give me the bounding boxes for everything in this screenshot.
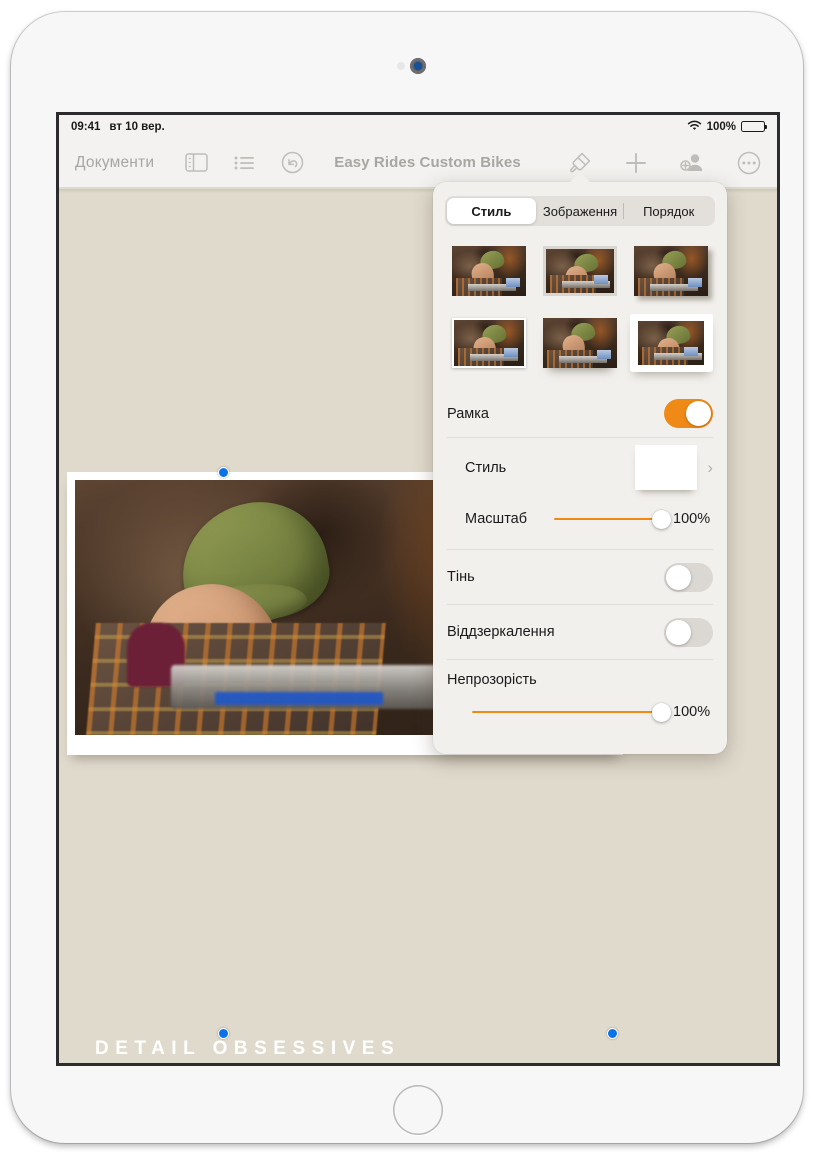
row-border: Рамка <box>447 390 713 437</box>
shadow-toggle[interactable] <box>664 562 713 592</box>
row-reflection: Віддзеркалення <box>447 604 713 659</box>
documents-button[interactable]: Документи <box>75 154 154 172</box>
chevron-right-icon[interactable]: › <box>707 458 713 478</box>
machine-label-shape <box>215 692 383 705</box>
tab-arrange[interactable]: Порядок <box>624 198 713 224</box>
undo-icon[interactable] <box>281 151 304 174</box>
status-bar: 09:41 вт 10 вер. 100% <box>59 115 777 138</box>
reflection-label: Віддзеркалення <box>447 624 555 640</box>
scale-slider-knob[interactable] <box>652 509 671 529</box>
row-opacity: Непрозорість 100% <box>447 659 713 724</box>
reflection-toggle[interactable] <box>664 617 713 647</box>
status-date: вт 10 вер. <box>109 120 165 133</box>
image-style-option-6-selected[interactable] <box>629 314 713 372</box>
battery-icon <box>741 121 767 132</box>
status-time: 09:41 <box>71 120 101 133</box>
popover-arrow <box>569 172 591 183</box>
opacity-value: 100% <box>673 704 711 720</box>
ipad-screen: 09:41 вт 10 вер. 100% Документи Easy Rid… <box>59 115 777 1063</box>
image-style-option-3[interactable] <box>630 242 713 300</box>
opacity-slider-knob[interactable] <box>652 702 671 722</box>
ipad-device: 09:41 вт 10 вер. 100% Документи Easy Rid… <box>11 12 803 1143</box>
format-popover: Стиль Зображення Порядок Рамка Стиль › М… <box>433 172 727 754</box>
add-person-icon[interactable] <box>679 151 705 174</box>
shadow-toggle-knob <box>666 564 691 590</box>
scale-slider-row[interactable]: 100% <box>554 509 713 529</box>
toolbar-right-icons <box>568 150 761 175</box>
more-ellipsis-icon[interactable] <box>737 151 761 175</box>
image-style-grid <box>447 242 713 372</box>
home-button[interactable] <box>393 1085 443 1135</box>
image-style-option-2[interactable] <box>538 242 621 300</box>
shadow-label: Тінь <box>447 569 475 585</box>
status-bar-left: 09:41 вт 10 вер. <box>71 121 165 133</box>
scale-slider[interactable] <box>554 509 671 529</box>
ambient-light-sensor <box>397 62 405 70</box>
tab-image[interactable]: Зображення <box>536 198 625 224</box>
bullet-list-icon[interactable] <box>234 155 255 171</box>
image-style-option-4[interactable] <box>447 314 530 372</box>
status-bar-right: 100% <box>687 120 767 134</box>
opacity-slider-row[interactable]: 100% <box>447 702 713 722</box>
border-label: Рамка <box>447 405 489 422</box>
selection-handle-top[interactable] <box>218 467 229 478</box>
app-toolbar: Документи Easy Rides Custom Bikes <box>59 138 777 188</box>
popover-tab-bar: Стиль Зображення Порядок <box>445 196 715 226</box>
sidebar-icon[interactable] <box>185 153 208 172</box>
opacity-slider[interactable] <box>472 702 671 722</box>
wifi-icon <box>687 120 702 134</box>
front-camera <box>410 58 426 74</box>
document-headline[interactable]: DETAIL OBSESSIVES <box>95 1038 400 1060</box>
row-shadow: Тінь <box>447 549 713 604</box>
image-style-option-1[interactable] <box>447 242 530 300</box>
battery-percent: 100% <box>706 120 736 133</box>
row-scale: Масштаб 100% <box>447 497 713 541</box>
scale-value: 100% <box>673 511 711 527</box>
reflection-toggle-knob <box>666 619 691 645</box>
document-title[interactable]: Easy Rides Custom Bikes <box>334 154 521 171</box>
opacity-label: Непрозорість <box>447 672 537 688</box>
border-style-control[interactable]: › <box>635 445 713 490</box>
image-style-option-5[interactable] <box>538 314 621 372</box>
border-toggle[interactable] <box>664 399 713 428</box>
selection-handle-bottom-right[interactable] <box>607 1028 618 1039</box>
tab-style[interactable]: Стиль <box>447 198 536 224</box>
border-style-label: Стиль <box>465 459 507 476</box>
frame-style-preview[interactable] <box>635 445 698 490</box>
row-border-style[interactable]: Стиль › <box>447 437 713 497</box>
toolbar-left-icons <box>185 151 304 174</box>
border-toggle-knob <box>686 401 711 426</box>
plus-icon[interactable] <box>625 152 647 174</box>
scale-label: Масштаб <box>465 511 528 527</box>
